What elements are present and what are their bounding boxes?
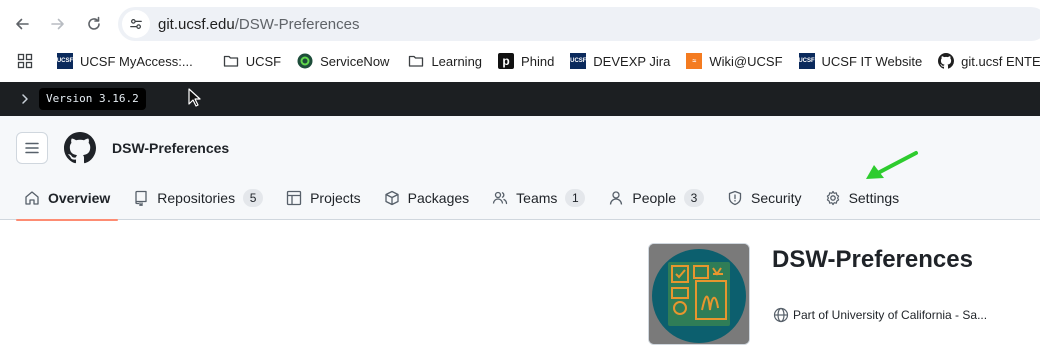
bookmark-learning-folder[interactable]: Learning [400, 49, 490, 73]
org-title-link[interactable]: DSW-Preferences [112, 140, 229, 156]
github-logo-icon[interactable] [64, 132, 96, 164]
tab-label: Teams [516, 190, 558, 206]
hamburger-icon [25, 142, 39, 154]
bookmark-label: ServiceNow [320, 53, 390, 69]
annotation-arrow-icon [866, 151, 918, 179]
ucsf-logo-icon: UCSF [570, 53, 586, 69]
version-bar: Version 3.16.2 [0, 82, 1040, 116]
home-icon [25, 191, 39, 205]
tab-teams[interactable]: Teams 1 [484, 176, 593, 220]
tab-label: People [632, 190, 676, 206]
bookmark-label: UCSF IT Website [821, 53, 923, 69]
back-button[interactable] [10, 12, 34, 36]
tab-people[interactable]: People 3 [600, 176, 712, 220]
url-host: git.ucsf.edu [158, 15, 235, 33]
tab-security[interactable]: Security [719, 176, 810, 220]
bookmark-label: UCSF [245, 53, 282, 69]
site-settings-icon[interactable] [122, 10, 150, 38]
apps-button[interactable] [0, 49, 41, 73]
reload-button[interactable] [82, 12, 106, 36]
browser-toolbar: git.ucsf.edu/DSW-Preferences UCSF UCSF M… [0, 0, 1040, 82]
forward-button[interactable] [46, 12, 70, 36]
repositories-count: 5 [243, 189, 264, 207]
url-text: git.ucsf.edu/DSW-Preferences [158, 16, 359, 33]
bookmark-servicenow[interactable]: ServiceNow [289, 49, 397, 73]
tab-label: Settings [848, 190, 900, 206]
globe-icon [773, 307, 789, 323]
org-tabs: Overview Repositories 5 Projects Package… [16, 176, 914, 221]
back-arrow-icon [16, 18, 29, 30]
github-icon [938, 53, 955, 69]
bookmark-label: git.ucsf ENTERPRI... [961, 53, 1040, 69]
ucsf-logo-icon: UCSF [57, 53, 73, 69]
bookmark-ucsf-folder[interactable]: UCSF [215, 49, 289, 73]
bookmark-wiki[interactable]: ≈ Wiki@UCSF [678, 49, 790, 73]
address-bar[interactable]: git.ucsf.edu/DSW-Preferences [118, 7, 1040, 41]
tab-packages[interactable]: Packages [376, 176, 477, 220]
bookmarks-bar: UCSF UCSF MyAccess:... UCSF ServiceNow L… [0, 46, 1040, 76]
org-name: DSW-Preferences [772, 246, 973, 273]
teams-count: 1 [565, 189, 586, 207]
tab-projects[interactable]: Projects [278, 176, 369, 220]
bookmark-ucsf-it[interactable]: UCSF UCSF IT Website [791, 49, 931, 73]
org-logo-icon [649, 244, 749, 344]
tab-label: Overview [48, 190, 111, 206]
apps-grid-icon [17, 53, 33, 69]
people-count: 3 [683, 189, 704, 207]
servicenow-icon [297, 53, 313, 69]
shield-icon [728, 190, 742, 206]
reload-icon [88, 16, 100, 30]
mouse-cursor-icon [188, 88, 201, 107]
gear-icon [826, 190, 839, 206]
enterprise-label: Part of University of California - Sa... [793, 308, 988, 322]
confluence-icon: ≈ [686, 53, 703, 69]
bookmark-label: Phind [521, 53, 555, 69]
bookmark-ucsf-myaccess[interactable]: UCSF UCSF MyAccess:... [49, 49, 201, 73]
person-icon [610, 191, 623, 205]
tab-overview[interactable]: Overview [16, 176, 119, 221]
bookmark-devexp-jira[interactable]: UCSF DEVEXP Jira [562, 49, 678, 73]
bookmark-label: Wiki@UCSF [709, 53, 783, 69]
bookmark-label: Learning [431, 53, 483, 69]
org-avatar [648, 243, 750, 345]
bookmark-git-ucsf[interactable]: git.ucsf ENTERPRI... [930, 49, 1040, 73]
bookmark-label: DEVEXP Jira [593, 53, 671, 69]
table-icon [286, 190, 302, 206]
tab-label: Packages [407, 190, 470, 206]
url-path: /DSW-Preferences [234, 15, 360, 33]
version-badge: Version 3.16.2 [39, 88, 146, 110]
tab-label: Security [750, 190, 802, 206]
enterprise-link[interactable]: Part of University of California - Sa... [773, 307, 987, 323]
menu-button[interactable] [16, 132, 48, 164]
bookmark-phind[interactable]: p Phind [490, 49, 562, 73]
folder-icon [223, 53, 239, 69]
repo-icon [135, 190, 147, 206]
phind-icon: p [498, 53, 515, 69]
forward-arrow-icon [51, 18, 64, 30]
chevron-right-icon[interactable] [18, 91, 32, 107]
people-icon [493, 191, 508, 205]
folder-icon [408, 53, 424, 69]
package-icon [385, 190, 399, 206]
ucsf-logo-icon: UCSF [798, 53, 815, 69]
tab-label: Projects [310, 190, 361, 206]
tab-repositories[interactable]: Repositories 5 [125, 176, 271, 220]
bookmark-label: UCSF MyAccess:... [80, 53, 193, 69]
tab-label: Repositories [157, 190, 236, 206]
